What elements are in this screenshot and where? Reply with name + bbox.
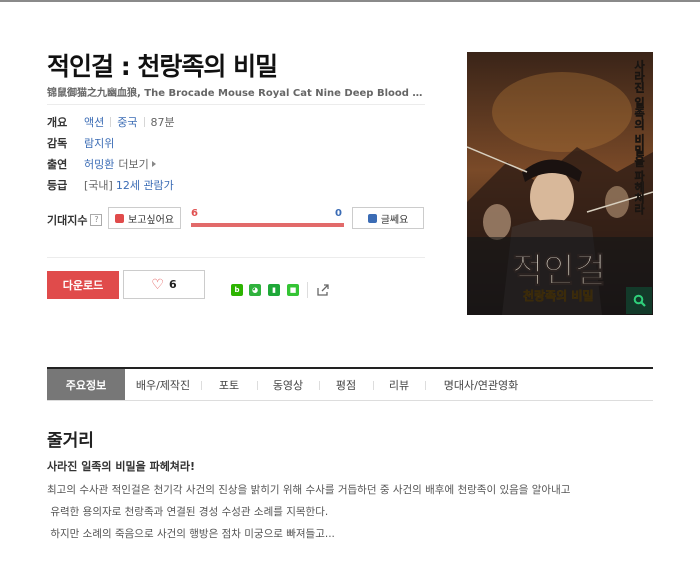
tab-quotes-related[interactable]: 명대사/연관영화 <box>425 369 537 400</box>
cast-label: 출연 <box>47 158 68 171</box>
tab-photo[interactable]: 포토 <box>201 369 257 400</box>
synopsis-line: 최고의 수사관 적인걸은 천기각 사건의 진상을 밝히기 위해 수사를 거듭하던… <box>47 484 571 496</box>
cast-link[interactable]: 허밍환 <box>84 156 114 172</box>
poster-subtitle: 천랑족의 비밀 <box>523 288 593 303</box>
bookmark-share-icon[interactable]: ▮ <box>268 284 280 296</box>
info-director-row: 감독 람지위 <box>47 135 114 151</box>
top-border <box>0 0 700 2</box>
expectation-meter <box>191 223 344 227</box>
tab-cast-crew[interactable]: 배우/제작진 <box>125 369 201 400</box>
like-count: 6 <box>168 278 177 291</box>
rating-label: 등급 <box>47 179 68 192</box>
rating-prefix: [국내] <box>84 179 113 192</box>
rating-link[interactable]: 12세 관람가 <box>116 177 174 193</box>
poster-image: 적인걸 천랑족의 비밀 사라진 일족의 비밀을 파헤쳐라 <box>467 52 653 315</box>
poster-title: 적인걸 <box>512 251 606 291</box>
movie-title: 적인걸 : 천랑족의 비밀 <box>47 52 278 81</box>
meh-label: 글쎄요 <box>380 214 409 226</box>
synopsis-line: 유력한 용의자로 천랑족과 연결된 경성 수성관 소례를 지목한다. <box>47 506 329 518</box>
divider <box>307 282 308 298</box>
country-link[interactable]: 중국 <box>117 114 137 130</box>
blog-share-icon[interactable]: b <box>231 284 243 296</box>
synopsis-line: 하지만 소례의 죽음으로 사건의 행방은 점차 미궁으로 빠져들고... <box>47 528 335 540</box>
tab-review[interactable]: 리뷰 <box>373 369 425 400</box>
movie-poster[interactable]: 적인걸 천랑족의 비밀 사라진 일족의 비밀을 파헤쳐라 <box>467 52 653 315</box>
heart-icon: ♡ <box>151 276 164 293</box>
divider <box>143 117 145 127</box>
external-share-icon[interactable] <box>315 282 331 298</box>
meh-count: 0 <box>335 208 342 219</box>
search-icon <box>633 294 646 307</box>
band-share-icon[interactable]: ◕ <box>249 284 261 296</box>
kakao-share-icon[interactable]: ■ <box>287 284 299 296</box>
director-link[interactable]: 람지위 <box>84 135 114 151</box>
synopsis-tagline: 사라진 일족의 비밀을 파헤쳐라! <box>47 460 196 473</box>
runtime: 87분 <box>150 116 175 129</box>
info-overview-row: 개요 액션 중국 87분 <box>47 114 175 130</box>
info-cast-row: 출연 허밍환 더보기 <box>47 156 156 172</box>
like-button[interactable]: ♡ 6 <box>123 270 205 299</box>
divider <box>110 117 112 127</box>
thumbs-down-icon <box>367 213 377 223</box>
want-to-see-button[interactable]: 보고싶어요 <box>108 207 181 229</box>
director-label: 감독 <box>47 137 68 150</box>
tab-main-info[interactable]: 주요정보 <box>47 369 125 400</box>
want-count: 6 <box>191 208 198 219</box>
thumbs-up-icon <box>115 213 124 223</box>
overview-label: 개요 <box>47 116 68 129</box>
synopsis-heading: 줄거리 <box>47 431 94 451</box>
download-button[interactable]: 다운로드 <box>47 271 119 299</box>
help-icon[interactable]: ? <box>90 214 103 226</box>
poster-zoom-button[interactable] <box>626 287 652 314</box>
meh-button[interactable]: 글쎄요 <box>352 207 424 229</box>
genre-link[interactable]: 액션 <box>84 114 104 130</box>
tab-rating[interactable]: 평점 <box>319 369 373 400</box>
info-rating-row: 등급 [국내] 12세 관람가 <box>47 177 174 193</box>
movie-alt-title: 锦鼠御猫之九幽血狼, The Brocade Mouse Royal Cat N… <box>47 88 425 99</box>
chevron-right-icon <box>151 161 156 167</box>
poster-tagline: 사라진 일족의 비밀을 파헤쳐라 <box>633 59 646 215</box>
tab-video[interactable]: 동영상 <box>257 369 319 400</box>
divider <box>47 104 425 105</box>
want-to-see-label: 보고싶어요 <box>128 214 174 226</box>
detail-tabs: 주요정보 배우/제작진 포토 동영상 평점 리뷰 명대사/연관영화 <box>47 367 653 401</box>
cast-more-link[interactable]: 더보기 <box>118 156 148 172</box>
expectation-label: 기대지수 ? <box>47 212 103 228</box>
expectation-meter-fill <box>191 223 344 227</box>
divider <box>47 257 425 258</box>
expectation-label-text: 기대지수 <box>47 214 88 227</box>
